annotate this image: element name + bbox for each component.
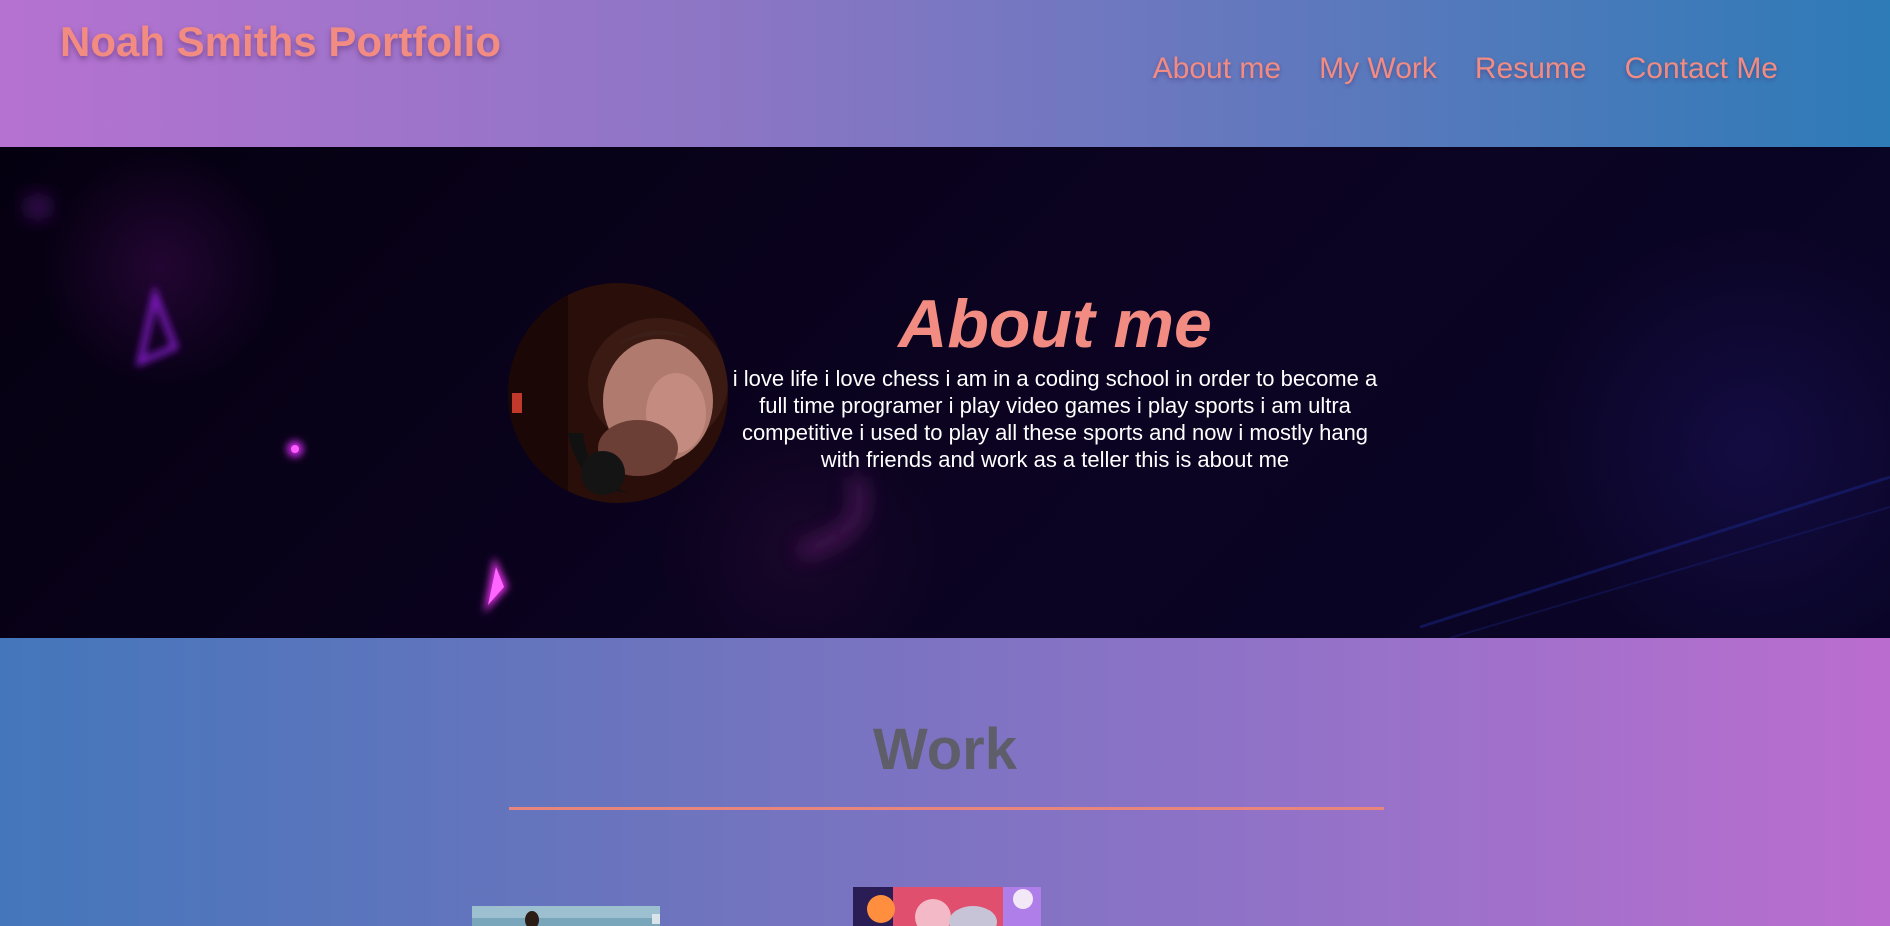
profile-photo-image	[508, 283, 728, 503]
work-divider	[509, 807, 1384, 810]
nav-link-my-work[interactable]: My Work	[1319, 52, 1437, 86]
about-title: About me	[898, 286, 1212, 362]
site-header: Noah Smiths Portfolio About me My Work R…	[0, 0, 1890, 147]
project-thumbnail-game-art-image	[853, 887, 1041, 926]
nav-link-about-me[interactable]: About me	[1153, 52, 1281, 86]
work-section: Work	[0, 638, 1890, 926]
nav-link-resume[interactable]: Resume	[1475, 52, 1587, 86]
project-thumbnail-person[interactable]	[472, 906, 660, 926]
nav-link-contact-me[interactable]: Contact Me	[1625, 52, 1778, 86]
project-thumbnail-game-art[interactable]	[853, 887, 1041, 926]
about-description: i love life i love chess i am in a codin…	[732, 366, 1378, 472]
site-title: Noah Smiths Portfolio	[60, 18, 501, 65]
profile-photo-avatar	[508, 283, 728, 503]
work-title: Work	[873, 717, 1017, 782]
about-section: About me i love life i love chess i am i…	[0, 147, 1890, 638]
project-thumbnail-person-image	[472, 906, 660, 926]
main-nav: About me My Work Resume Contact Me	[1153, 52, 1778, 86]
